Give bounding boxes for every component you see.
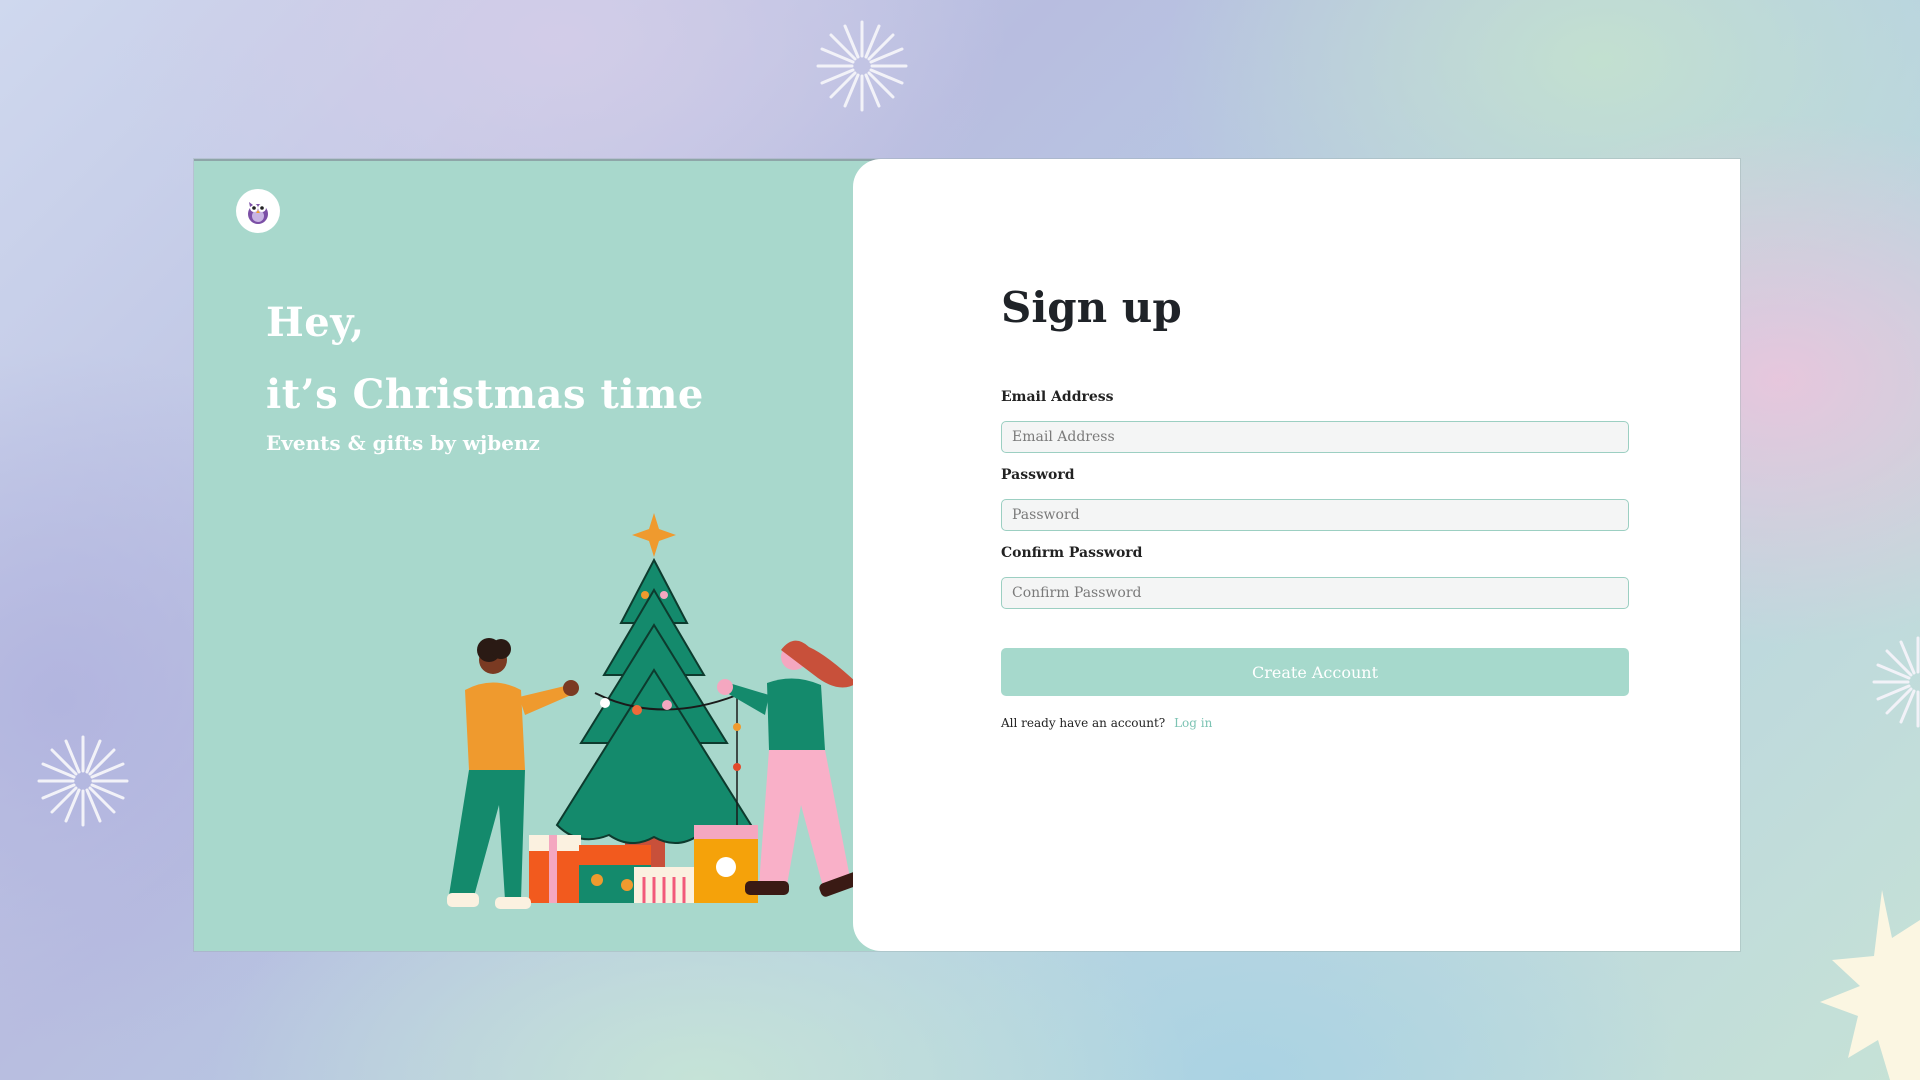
ornament xyxy=(632,705,642,715)
login-link[interactable]: Log in xyxy=(1174,716,1212,730)
ornament xyxy=(733,723,741,731)
ornament xyxy=(641,591,649,599)
ornament xyxy=(600,698,610,708)
email-label: Email Address xyxy=(1001,389,1114,405)
password-label: Password xyxy=(1001,467,1075,483)
create-account-button[interactable]: Create Account xyxy=(1001,648,1629,696)
signup-card: Hey, it’s Christmas time Events & gifts … xyxy=(194,159,1740,951)
email-field[interactable] xyxy=(1001,421,1629,453)
hero-line-2: it’s Christmas time xyxy=(266,371,704,418)
star-burst-icon xyxy=(1820,890,1920,1080)
sparkle-right-icon xyxy=(1872,636,1920,728)
christmas-illustration xyxy=(447,513,863,909)
confirm-password-field[interactable] xyxy=(1001,577,1629,609)
signup-title: Sign up xyxy=(1001,283,1182,332)
sparkle-top-icon xyxy=(816,20,908,112)
password-field[interactable] xyxy=(1001,499,1629,531)
hero-panel: Hey, it’s Christmas time Events & gifts … xyxy=(194,159,894,951)
login-prompt-row: All ready have an account? Log in xyxy=(1001,716,1212,730)
signup-panel: Sign up Email Address Password Confirm P… xyxy=(853,159,1740,951)
owl-mascot-icon xyxy=(248,202,268,224)
christmas-tree-icon xyxy=(555,557,753,844)
hero-heading: Hey, it’s Christmas time xyxy=(266,287,704,431)
hero-line-1: Hey, xyxy=(266,299,365,346)
confirm-password-label: Confirm Password xyxy=(1001,545,1143,561)
sparkle-left-icon xyxy=(37,735,129,827)
login-prompt-text: All ready have an account? xyxy=(1001,716,1166,730)
hero-subtitle: Events & gifts by wjbenz xyxy=(266,431,540,455)
ornament xyxy=(733,763,741,771)
logo-button[interactable] xyxy=(236,189,280,233)
ornament xyxy=(662,700,672,710)
tree-star-icon xyxy=(632,513,676,557)
ornament xyxy=(660,591,668,599)
